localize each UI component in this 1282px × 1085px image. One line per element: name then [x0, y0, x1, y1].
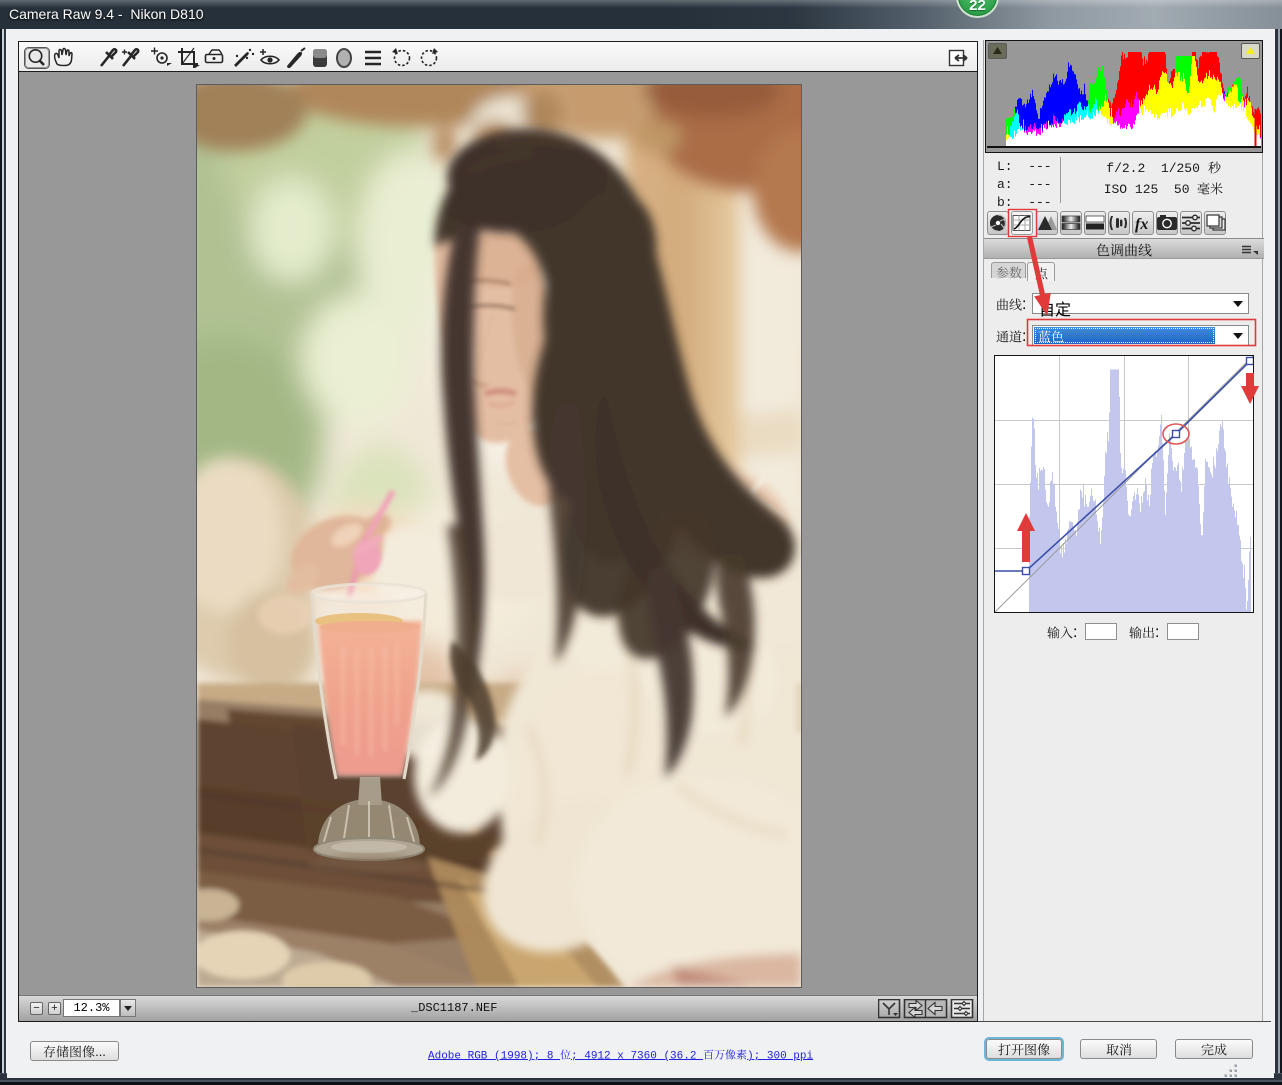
svg-text:fx: fx [1135, 216, 1148, 233]
